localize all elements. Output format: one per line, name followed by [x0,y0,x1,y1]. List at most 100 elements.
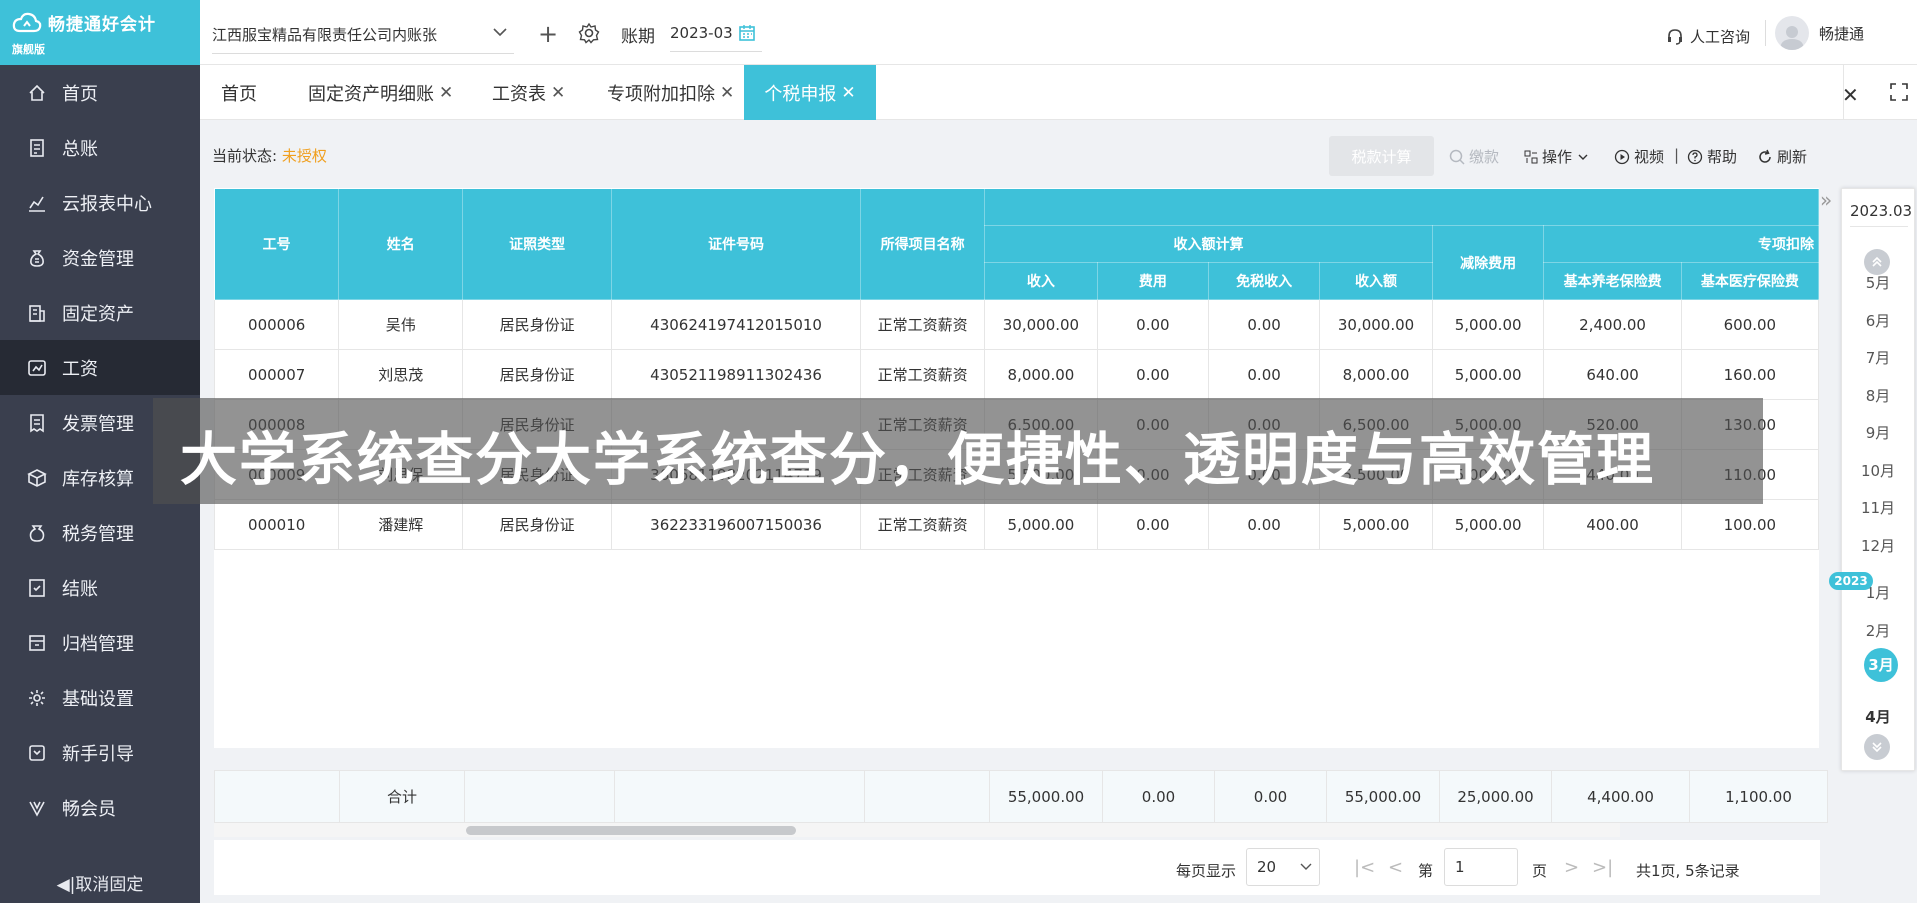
col-income: 收入 [984,262,1098,300]
tab-label: 固定资产明细账 [308,83,434,105]
month-item[interactable]: 4月 [1842,706,1914,727]
table-cell: 30,000.00 [1319,299,1433,350]
headset-icon [1668,28,1682,45]
pay-button[interactable]: 缴款 [1449,146,1499,167]
table-cell: 吴伟 [338,299,464,350]
help-button[interactable]: 帮助 [1687,146,1737,167]
table-cell: 0.00 [1207,499,1321,550]
table-cell: 潘建辉 [338,499,464,550]
sidebar-item-3[interactable]: 资金管理 [0,230,200,285]
sidebar-item-4[interactable]: 固定资产 [0,285,200,340]
help-label: 帮助 [1707,148,1738,166]
toolbar: 税款计算 缴款 操作 视频 | 帮助 刷新 [200,136,1840,176]
user-menu[interactable]: 畅捷通 [1775,16,1864,50]
prev-page-icon[interactable]: < [1388,857,1403,878]
operations-menu[interactable]: 操作 [1524,146,1590,167]
table-cell: 000007 [214,349,340,400]
app-logo[interactable]: 畅捷通好会计 旗舰版 [0,0,200,65]
table-row[interactable]: 000006 吴伟 居民身份证 430624197412015010 正常工资薪资 30,… [214,299,1819,350]
month-item[interactable]: 5月 [1842,272,1914,293]
col-id-type: 证照类型 [462,188,612,300]
scroll-down-icon[interactable] [1864,734,1890,760]
app-edition: 旗舰版 [12,43,45,56]
close-icon[interactable]: ✕ [720,83,734,103]
tab-home[interactable]: 首页 [221,65,257,120]
scrollbar-thumb[interactable] [466,826,796,835]
table-cell: 0.00 [1096,299,1209,350]
building-icon [26,302,48,324]
sidebar-item-11[interactable]: 基础设置 [0,670,200,725]
tax-calc-button[interactable]: 税款计算 [1329,136,1434,176]
sidebar-item-1[interactable]: 总账 [0,120,200,175]
month-item[interactable]: 6月 [1842,310,1914,331]
page-suffix: 页 [1532,862,1548,880]
sidebar-item-12[interactable]: 新手引导 [0,725,200,780]
sidebar-item-label: 云报表中心 [62,193,152,215]
sidebar-item-2[interactable]: 云报表中心 [0,175,200,230]
month-item[interactable]: 10月 [1842,460,1914,481]
table-cell [614,770,865,823]
first-page-icon[interactable]: |< [1354,857,1375,878]
month-item[interactable]: 2月 [1842,620,1914,641]
total-income: 55,000.00 [989,770,1103,823]
video-button[interactable]: 视频 [1614,146,1664,167]
add-icon[interactable]: + [538,20,558,48]
sidebar-item-8[interactable]: 税务管理 [0,505,200,560]
tab-iit-filing[interactable]: 个税申报 ✕ [744,65,876,120]
unpin-sidebar-button[interactable]: ◀|取消固定 [0,870,200,895]
close-icon[interactable]: ✕ [551,83,565,103]
company-select[interactable]: 江西服宝精品有限责任公司内账张 [212,18,514,54]
sidebar-item-13[interactable]: 畅会员 [0,780,200,835]
table-cell: 5,000.00 [1431,499,1545,550]
last-page-icon[interactable]: >| [1592,857,1613,878]
consult-button[interactable]: 人工咨询 [1666,26,1750,47]
close-icon[interactable]: ✕ [439,83,453,103]
per-page-select[interactable]: 20 [1246,848,1320,886]
page-input[interactable]: 1 [1444,848,1518,886]
pay-icon [1449,149,1465,165]
ledger-icon [26,137,48,159]
sidebar-item-label: 首页 [62,83,98,105]
gear-icon[interactable] [578,22,600,44]
divider: | [1674,146,1680,164]
vip-icon [26,797,48,819]
table-cell: 正常工资薪资 [860,299,986,350]
tab-payroll[interactable]: 工资表 ✕ [492,65,565,120]
chart-icon [26,192,48,214]
banner-text: 大学系统查分大学系统查分，便捷性、透明度与高效管理 [180,427,1655,493]
consult-label: 人工咨询 [1690,28,1751,46]
close-icon[interactable]: ✕ [841,83,855,103]
sidebar-item-label: 基础设置 [62,688,134,710]
chevron-down-icon [1300,863,1312,870]
close-all-tabs-icon[interactable]: ✕ [1842,83,1859,107]
sidebar-item-0[interactable]: 首页 [0,65,200,120]
next-page-icon[interactable]: > [1564,857,1579,878]
month-item[interactable]: 12月 [1842,535,1914,556]
horizontal-scrollbar[interactable] [214,823,1620,837]
total-tax-free: 0.00 [1214,770,1327,823]
pager: 每页显示 20 |< < 第 1 页 > >| 共1页, 5条记录 [214,840,1820,895]
user-name: 畅捷通 [1819,24,1865,43]
rail-collapse-icon[interactable]: » [1820,188,1838,228]
table-row[interactable]: 000007 刘思茂 居民身份证 430521198911302436 正常工资薪资 8,… [214,349,1819,400]
fullscreen-icon[interactable] [1890,83,1908,101]
month-item[interactable]: 3月 [1864,648,1898,682]
total-deduction: 25,000.00 [1439,770,1552,823]
month-item[interactable]: 8月 [1842,385,1914,406]
refresh-button[interactable]: 刷新 [1757,146,1807,167]
month-item[interactable]: 9月 [1842,422,1914,443]
period-field[interactable]: 2023-03 [670,18,762,52]
sidebar-item-label: 固定资产 [62,303,134,325]
sidebar-item-10[interactable]: 归档管理 [0,615,200,670]
sidebar-item-5[interactable]: 工资 [0,340,200,395]
refresh-label: 刷新 [1777,148,1808,166]
sidebar-item-label: 工资 [62,358,98,380]
table-row[interactable]: 000010 潘建辉 居民身份证 362233196007150036 正常工资薪资 5,… [214,499,1819,550]
tab-special-deductions[interactable]: 专项附加扣除 ✕ [607,65,734,120]
month-item[interactable]: 7月 [1842,347,1914,368]
month-item[interactable]: 11月 [1842,497,1914,518]
table-cell: 430624197412015010 [610,299,862,350]
payroll-icon [26,357,48,379]
tab-fixed-assets-ledger[interactable]: 固定资产明细账 ✕ [308,65,453,120]
sidebar-item-9[interactable]: 结账 [0,560,200,615]
